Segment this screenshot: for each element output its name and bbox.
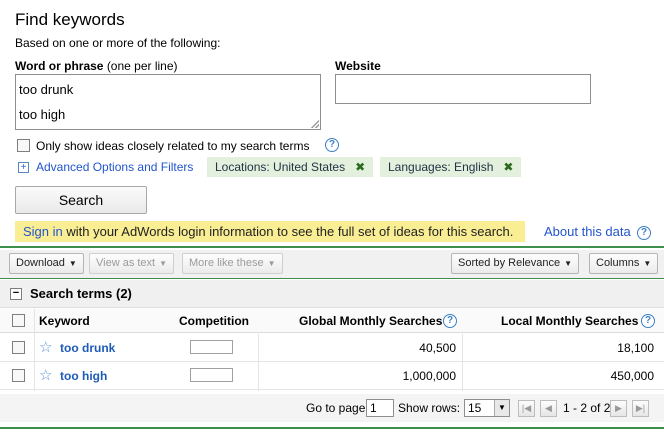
help-icon[interactable]: ? <box>325 138 339 152</box>
remove-location-icon[interactable]: ✖ <box>355 160 365 174</box>
page-number-input[interactable]: 1 <box>366 399 394 417</box>
caret-down-icon: ▼ <box>564 259 573 268</box>
table-row: ☆ too drunk 40,500 18,100 <box>0 334 664 362</box>
column-divider <box>34 309 35 391</box>
competition-bar <box>190 340 233 354</box>
location-filter-pill: Locations: United States ✖ <box>207 157 374 177</box>
column-header-global-searches[interactable]: Global Monthly Searches <box>299 309 442 333</box>
caret-down-icon: ▼ <box>267 259 276 268</box>
next-page-icon[interactable]: ▶ <box>610 400 627 417</box>
local-searches-value: 18,100 <box>617 341 654 355</box>
search-terms-section-header[interactable]: − Search terms (2) <box>0 280 664 308</box>
row-checkbox[interactable] <box>12 369 25 382</box>
table-row: ☆ too high 1,000,000 450,000 <box>0 362 664 390</box>
select-all-checkbox[interactable] <box>12 314 25 327</box>
previous-page-icon[interactable]: ◀ <box>540 400 557 417</box>
word-line: too high <box>19 107 66 122</box>
caret-down-icon: ▼ <box>159 259 168 268</box>
page-range: 1 - 2 of 2 <box>563 401 611 415</box>
column-header-competition[interactable]: Competition <box>179 309 249 333</box>
rows-per-page-select[interactable]: 15 ▼ <box>464 399 510 417</box>
subtitle: Based on one or more of the following: <box>15 36 221 50</box>
caret-down-icon: ▼ <box>643 259 652 268</box>
closely-related-label: Only show ideas closely related to my se… <box>36 139 310 153</box>
sort-button[interactable]: Sorted by Relevance ▼ <box>451 253 580 274</box>
row-checkbox[interactable] <box>12 341 25 354</box>
website-input[interactable] <box>335 74 591 104</box>
sign-in-link[interactable]: Sign in <box>23 224 63 239</box>
help-icon[interactable]: ? <box>641 314 655 328</box>
more-like-these-button[interactable]: More like these ▼ <box>182 253 283 274</box>
keyword-link[interactable]: too high <box>60 362 107 390</box>
sign-in-notice: Sign in with your AdWords login informat… <box>15 221 525 242</box>
section-title: Search terms (2) <box>30 286 132 301</box>
divider <box>0 427 664 429</box>
keyword-link[interactable]: too drunk <box>60 334 115 362</box>
website-label: Website <box>335 59 381 73</box>
divider <box>0 278 664 279</box>
word-phrase-textarea[interactable]: too drunk too high <box>15 74 321 130</box>
find-keywords-panel: Find keywords Based on one or more of th… <box>0 0 664 246</box>
pagination-bar: Go to page: 1 Show rows: 15 ▼ |◀ ◀ 1 - 2… <box>0 394 664 422</box>
about-this-data-link[interactable]: About this data <box>544 224 631 239</box>
local-searches-value: 450,000 <box>610 369 654 383</box>
column-divider <box>462 334 463 391</box>
columns-button[interactable]: Columns ▼ <box>589 253 659 274</box>
closely-related-checkbox[interactable] <box>17 139 30 152</box>
chevron-down-icon[interactable]: ▼ <box>494 400 509 416</box>
view-as-text-button[interactable]: View as text ▼ <box>89 253 175 274</box>
language-filter-pill: Languages: English ✖ <box>380 157 522 177</box>
competition-bar <box>190 368 233 382</box>
column-divider <box>258 334 259 391</box>
star-icon[interactable]: ☆ <box>39 362 52 390</box>
star-icon[interactable]: ☆ <box>39 334 52 362</box>
go-to-page-label: Go to page: <box>306 401 369 415</box>
first-page-icon[interactable]: |◀ <box>518 400 535 417</box>
last-page-icon[interactable]: ▶| <box>632 400 649 417</box>
global-searches-value: 1,000,000 <box>402 369 456 383</box>
divider <box>0 246 664 248</box>
column-header-keyword[interactable]: Keyword <box>39 309 90 333</box>
page-title: Find keywords <box>15 10 125 29</box>
collapse-minus-icon[interactable]: − <box>10 288 22 300</box>
table-header: Keyword Competition Global Monthly Searc… <box>0 309 664 333</box>
global-searches-value: 40,500 <box>419 341 456 355</box>
resize-handle-icon[interactable] <box>311 120 319 128</box>
results-toolbar: Download ▼ View as text ▼ More like these ▼… <box>0 250 664 278</box>
word-phrase-label: Word or phrase (one per line) <box>15 59 178 73</box>
help-icon[interactable]: ? <box>443 314 457 328</box>
expand-plus-icon[interactable]: + <box>18 162 29 173</box>
remove-language-icon[interactable]: ✖ <box>503 160 513 174</box>
show-rows-label: Show rows: <box>398 401 461 415</box>
word-line: too drunk <box>19 82 74 97</box>
advanced-options-link[interactable]: Advanced Options and Filters <box>36 160 193 174</box>
download-button[interactable]: Download ▼ <box>9 253 84 274</box>
caret-down-icon: ▼ <box>68 259 77 268</box>
search-button[interactable]: Search <box>15 186 147 214</box>
help-icon[interactable]: ? <box>637 226 651 240</box>
column-header-local-searches[interactable]: Local Monthly Searches <box>501 309 638 333</box>
